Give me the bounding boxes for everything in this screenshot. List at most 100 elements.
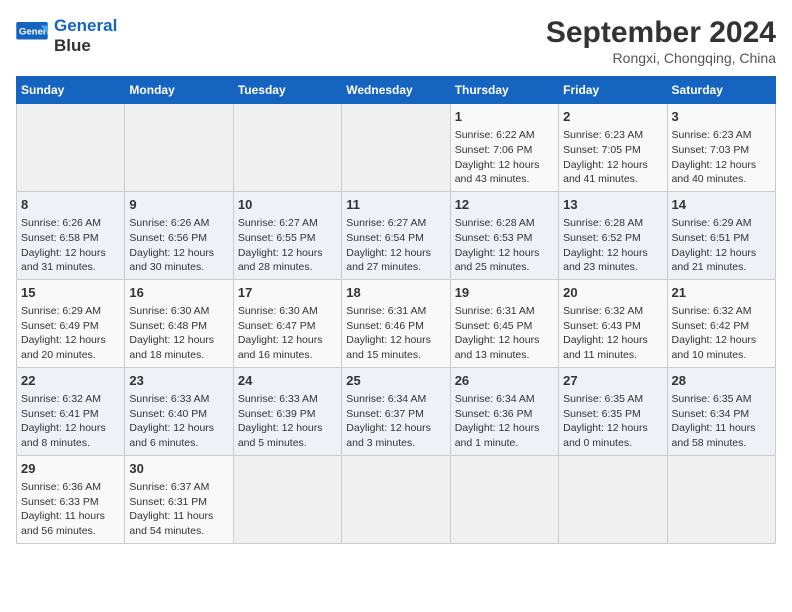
sunrise: Sunrise: 6:28 AM — [455, 217, 535, 229]
calendar-cell: 17 Sunrise: 6:30 AM Sunset: 6:47 PM Dayl… — [233, 279, 341, 367]
daylight: Daylight: 12 hours and 5 minutes. — [238, 422, 323, 449]
sunrise: Sunrise: 6:22 AM — [455, 129, 535, 141]
calendar-cell — [342, 455, 450, 543]
sunset: Sunset: 6:31 PM — [129, 496, 207, 508]
sunset: Sunset: 6:40 PM — [129, 408, 207, 420]
calendar-cell: 12 Sunrise: 6:28 AM Sunset: 6:53 PM Dayl… — [450, 191, 558, 279]
daylight: Daylight: 12 hours and 40 minutes. — [672, 159, 757, 186]
day-header-thursday: Thursday — [450, 77, 558, 104]
calendar-cell: 22 Sunrise: 6:32 AM Sunset: 6:41 PM Dayl… — [17, 367, 125, 455]
sunset: Sunset: 6:34 PM — [672, 408, 750, 420]
day-header-monday: Monday — [125, 77, 233, 104]
day-header-friday: Friday — [559, 77, 667, 104]
day-number: 1 — [455, 108, 554, 126]
page-header: General General Blue September 2024 Rong… — [16, 16, 776, 66]
calendar-cell — [559, 455, 667, 543]
sunrise: Sunrise: 6:29 AM — [21, 305, 101, 317]
calendar-cell: 15 Sunrise: 6:29 AM Sunset: 6:49 PM Dayl… — [17, 279, 125, 367]
calendar-cell — [17, 104, 125, 192]
calendar-cell — [125, 104, 233, 192]
sunset: Sunset: 6:42 PM — [672, 320, 750, 332]
day-number: 9 — [129, 196, 228, 214]
daylight: Daylight: 12 hours and 23 minutes. — [563, 247, 648, 274]
daylight: Daylight: 11 hours and 58 minutes. — [672, 422, 756, 449]
sunset: Sunset: 6:52 PM — [563, 232, 641, 244]
daylight: Daylight: 12 hours and 27 minutes. — [346, 247, 431, 274]
calendar-cell: 23 Sunrise: 6:33 AM Sunset: 6:40 PM Dayl… — [125, 367, 233, 455]
day-header-tuesday: Tuesday — [233, 77, 341, 104]
calendar-header: SundayMondayTuesdayWednesdayThursdayFrid… — [17, 77, 776, 104]
daylight: Daylight: 12 hours and 31 minutes. — [21, 247, 106, 274]
calendar-cell: 16 Sunrise: 6:30 AM Sunset: 6:48 PM Dayl… — [125, 279, 233, 367]
sunrise: Sunrise: 6:35 AM — [563, 393, 643, 405]
calendar-week-3: 15 Sunrise: 6:29 AM Sunset: 6:49 PM Dayl… — [17, 279, 776, 367]
calendar-cell: 21 Sunrise: 6:32 AM Sunset: 6:42 PM Dayl… — [667, 279, 775, 367]
daylight: Daylight: 12 hours and 8 minutes. — [21, 422, 106, 449]
sunset: Sunset: 6:43 PM — [563, 320, 641, 332]
sunrise: Sunrise: 6:32 AM — [563, 305, 643, 317]
day-number: 24 — [238, 372, 337, 390]
sunset: Sunset: 6:55 PM — [238, 232, 316, 244]
daylight: Daylight: 12 hours and 15 minutes. — [346, 334, 431, 361]
sunset: Sunset: 6:46 PM — [346, 320, 424, 332]
calendar-cell — [342, 104, 450, 192]
calendar-cell: 28 Sunrise: 6:35 AM Sunset: 6:34 PM Dayl… — [667, 367, 775, 455]
daylight: Daylight: 12 hours and 18 minutes. — [129, 334, 214, 361]
calendar-cell — [450, 455, 558, 543]
day-header-saturday: Saturday — [667, 77, 775, 104]
calendar-cell: 11 Sunrise: 6:27 AM Sunset: 6:54 PM Dayl… — [342, 191, 450, 279]
day-number: 21 — [672, 284, 771, 302]
sunset: Sunset: 6:39 PM — [238, 408, 316, 420]
sunset: Sunset: 6:53 PM — [455, 232, 533, 244]
day-number: 17 — [238, 284, 337, 302]
calendar-cell: 2 Sunrise: 6:23 AM Sunset: 7:05 PM Dayli… — [559, 104, 667, 192]
daylight: Daylight: 12 hours and 30 minutes. — [129, 247, 214, 274]
day-number: 10 — [238, 196, 337, 214]
sunrise: Sunrise: 6:36 AM — [21, 481, 101, 493]
calendar-cell: 20 Sunrise: 6:32 AM Sunset: 6:43 PM Dayl… — [559, 279, 667, 367]
daylight: Daylight: 12 hours and 28 minutes. — [238, 247, 323, 274]
day-number: 28 — [672, 372, 771, 390]
month-title: September 2024 — [546, 16, 776, 50]
sunset: Sunset: 6:47 PM — [238, 320, 316, 332]
calendar-cell: 18 Sunrise: 6:31 AM Sunset: 6:46 PM Dayl… — [342, 279, 450, 367]
calendar-cell: 10 Sunrise: 6:27 AM Sunset: 6:55 PM Dayl… — [233, 191, 341, 279]
sunset: Sunset: 6:45 PM — [455, 320, 533, 332]
sunset: Sunset: 6:35 PM — [563, 408, 641, 420]
sunrise: Sunrise: 6:34 AM — [346, 393, 426, 405]
sunrise: Sunrise: 6:31 AM — [346, 305, 426, 317]
daylight: Daylight: 12 hours and 16 minutes. — [238, 334, 323, 361]
day-number: 20 — [563, 284, 662, 302]
sunrise: Sunrise: 6:37 AM — [129, 481, 209, 493]
day-number: 2 — [563, 108, 662, 126]
calendar-table: SundayMondayTuesdayWednesdayThursdayFrid… — [16, 76, 776, 544]
calendar-cell: 14 Sunrise: 6:29 AM Sunset: 6:51 PM Dayl… — [667, 191, 775, 279]
daylight: Daylight: 12 hours and 0 minutes. — [563, 422, 648, 449]
calendar-cell: 27 Sunrise: 6:35 AM Sunset: 6:35 PM Dayl… — [559, 367, 667, 455]
sunrise: Sunrise: 6:29 AM — [672, 217, 752, 229]
sunrise: Sunrise: 6:32 AM — [672, 305, 752, 317]
day-number: 11 — [346, 196, 445, 214]
daylight: Daylight: 12 hours and 10 minutes. — [672, 334, 757, 361]
calendar-cell: 9 Sunrise: 6:26 AM Sunset: 6:56 PM Dayli… — [125, 191, 233, 279]
daylight: Daylight: 11 hours and 54 minutes. — [129, 510, 213, 537]
daylight: Daylight: 12 hours and 43 minutes. — [455, 159, 540, 186]
calendar-cell: 3 Sunrise: 6:23 AM Sunset: 7:03 PM Dayli… — [667, 104, 775, 192]
day-number: 8 — [21, 196, 120, 214]
daylight: Daylight: 12 hours and 13 minutes. — [455, 334, 540, 361]
daylight: Daylight: 11 hours and 56 minutes. — [21, 510, 105, 537]
calendar-cell: 25 Sunrise: 6:34 AM Sunset: 6:37 PM Dayl… — [342, 367, 450, 455]
calendar-week-2: 8 Sunrise: 6:26 AM Sunset: 6:58 PM Dayli… — [17, 191, 776, 279]
sunrise: Sunrise: 6:26 AM — [21, 217, 101, 229]
day-number: 16 — [129, 284, 228, 302]
daylight: Daylight: 12 hours and 1 minute. — [455, 422, 540, 449]
location: Rongxi, Chongqing, China — [546, 50, 776, 66]
calendar-week-5: 29 Sunrise: 6:36 AM Sunset: 6:33 PM Dayl… — [17, 455, 776, 543]
day-number: 29 — [21, 460, 120, 478]
calendar-body: 1 Sunrise: 6:22 AM Sunset: 7:06 PM Dayli… — [17, 104, 776, 544]
day-number: 14 — [672, 196, 771, 214]
day-header-sunday: Sunday — [17, 77, 125, 104]
calendar-cell: 19 Sunrise: 6:31 AM Sunset: 6:45 PM Dayl… — [450, 279, 558, 367]
calendar-cell — [233, 455, 341, 543]
calendar-cell: 13 Sunrise: 6:28 AM Sunset: 6:52 PM Dayl… — [559, 191, 667, 279]
